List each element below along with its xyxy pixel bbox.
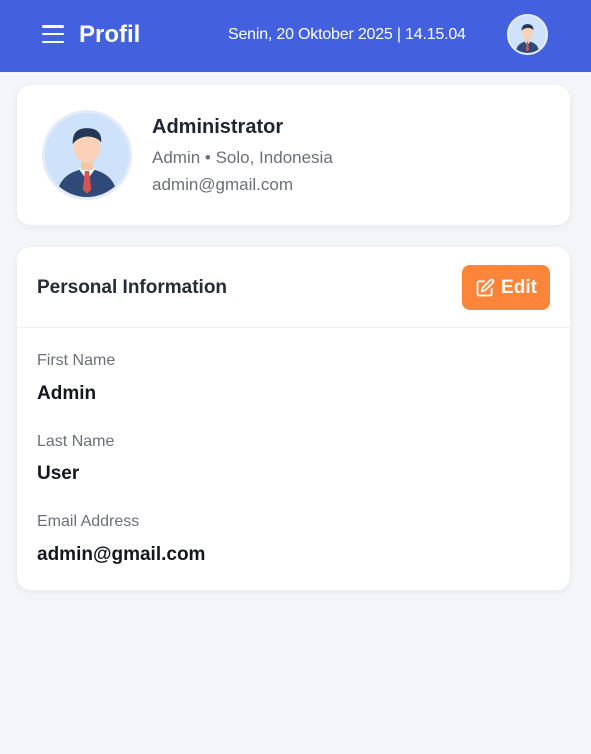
email-address-label: Email Address xyxy=(37,513,140,530)
header-avatar-icon[interactable] xyxy=(507,14,548,55)
section-title: Personal Information xyxy=(37,277,228,298)
first-name-label: First Name xyxy=(37,352,116,369)
edit-button-label: Edit xyxy=(501,276,537,298)
edit-pencil-icon xyxy=(476,278,495,296)
last-name-label: Last Name xyxy=(37,433,115,450)
personal-information-card: Personal Information Edit First Name Adm… xyxy=(17,247,570,590)
profile-card: Administrator Admin • Solo, Indonesia ad… xyxy=(17,85,570,225)
hamburger-menu-icon[interactable] xyxy=(42,25,64,43)
app-header: Profil Senin, 20 Oktober 2025 | 14.15.04 xyxy=(0,0,591,72)
header-datetime: Senin, 20 Oktober 2025 | 14.15.04 xyxy=(228,26,466,43)
profile-role-location: Admin • Solo, Indonesia xyxy=(152,148,333,167)
edit-button[interactable]: Edit xyxy=(462,265,550,310)
email-address-value: admin@gmail.com xyxy=(37,544,206,565)
profile-email: admin@gmail.com xyxy=(152,175,294,194)
last-name-value: User xyxy=(37,463,80,484)
personal-information-header: Personal Information Edit xyxy=(17,247,570,328)
first-name-value: Admin xyxy=(37,383,97,404)
profile-name: Administrator xyxy=(152,116,284,138)
profile-avatar-icon xyxy=(42,110,132,200)
page-title: Profil xyxy=(79,21,141,48)
